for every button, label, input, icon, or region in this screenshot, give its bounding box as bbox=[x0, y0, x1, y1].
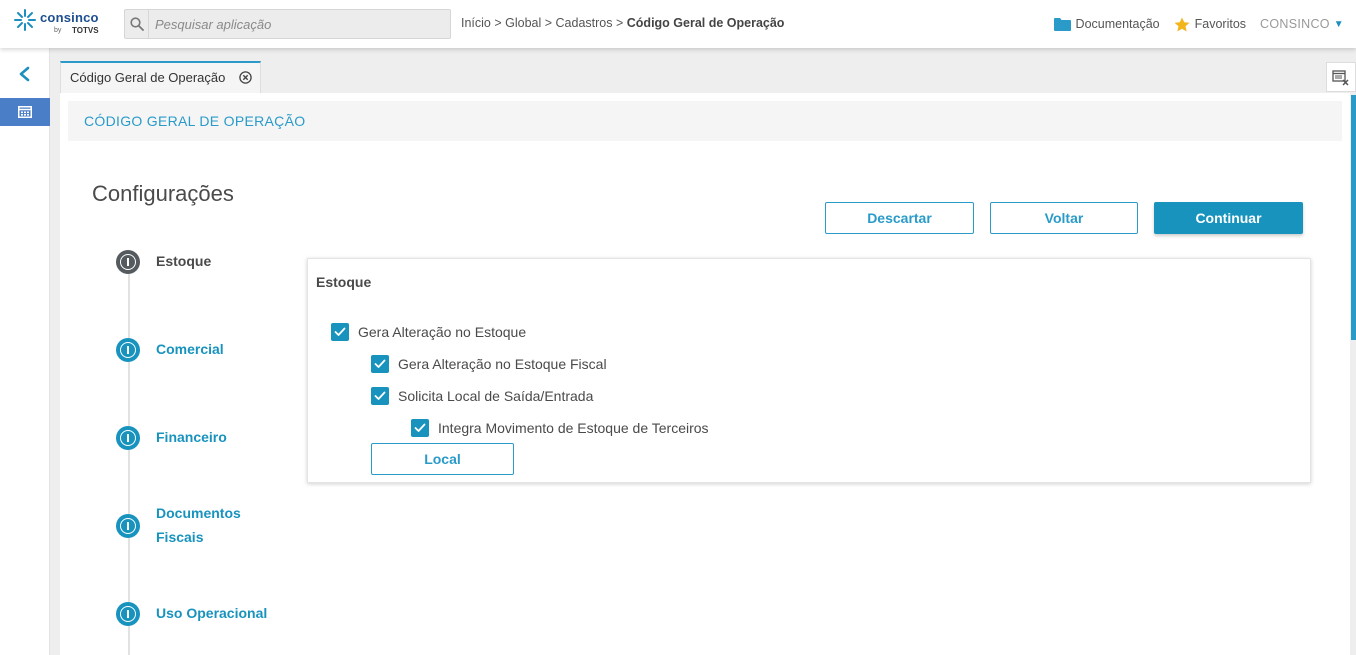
checkbox-solicita-local[interactable]: Solicita Local de Saída/Entrada bbox=[371, 387, 593, 405]
documentation-label: Documentação bbox=[1075, 17, 1160, 31]
consinco-logo-icon bbox=[14, 9, 36, 31]
sidebar-item-applications[interactable] bbox=[0, 98, 50, 126]
breadcrumb-separator: > bbox=[490, 16, 506, 30]
step-label: Uso Operacional bbox=[156, 605, 268, 621]
checkbox-checked-icon bbox=[411, 419, 429, 437]
search-icon bbox=[130, 17, 144, 31]
breadcrumb-item-global[interactable]: Global bbox=[505, 16, 541, 30]
discard-button[interactable]: Descartar bbox=[825, 202, 974, 234]
caret-down-icon: ▼ bbox=[1333, 18, 1344, 30]
breadcrumb-current: Código Geral de Operação bbox=[626, 16, 785, 30]
step-info-icon bbox=[116, 338, 140, 362]
checkbox-integra-movimento-terceiros[interactable]: Integra Movimento de Estoque de Terceiro… bbox=[411, 419, 709, 437]
step-label: Documentos Fiscais bbox=[156, 505, 241, 545]
step-label: Comercial bbox=[156, 341, 224, 357]
config-title: Configurações bbox=[92, 181, 234, 206]
brand-by: by bbox=[54, 27, 62, 34]
step-info-icon bbox=[116, 514, 140, 538]
app-search bbox=[124, 9, 451, 39]
brand-name: consinco bbox=[40, 10, 99, 25]
top-header: consinco by TOTVS Início > Global > Cada… bbox=[0, 0, 1356, 48]
breadcrumb-item-inicio[interactable]: Início bbox=[461, 16, 491, 30]
user-label: CONSINCO bbox=[1260, 17, 1330, 31]
folder-icon bbox=[1053, 18, 1071, 31]
favorites-link[interactable]: Favoritos bbox=[1174, 17, 1246, 32]
search-input[interactable] bbox=[155, 15, 435, 33]
calendar-grid-icon bbox=[18, 106, 32, 118]
step-label: Estoque bbox=[156, 253, 212, 269]
back-button[interactable]: Voltar bbox=[990, 202, 1138, 234]
documentation-link[interactable]: Documentação bbox=[1053, 17, 1160, 31]
close-tab-icon[interactable] bbox=[239, 71, 252, 84]
local-button[interactable]: Local bbox=[371, 443, 514, 475]
star-icon bbox=[1174, 17, 1190, 31]
breadcrumb: Início > Global > Cadastros > Código Ger… bbox=[461, 16, 784, 30]
page-title: CÓDIGO GERAL DE OPERAÇÃO bbox=[84, 113, 306, 129]
brand-parent: TOTVS bbox=[72, 26, 99, 35]
breadcrumb-separator: > bbox=[541, 16, 556, 30]
step-label: Financeiro bbox=[156, 429, 227, 445]
checkbox-label: Gera Alteração no Estoque Fiscal bbox=[398, 356, 607, 372]
checkbox-label: Gera Alteração no Estoque bbox=[358, 324, 527, 340]
search-icon-box[interactable] bbox=[125, 10, 149, 38]
tab-codigo-geral-operacao[interactable]: Código Geral de Operação bbox=[60, 61, 261, 93]
consinco-logo[interactable]: consinco by TOTVS bbox=[14, 9, 104, 39]
checkbox-gera-alteracao-estoque-fiscal[interactable]: Gera Alteração no Estoque Fiscal bbox=[371, 355, 607, 373]
page-header: CÓDIGO GERAL DE OPERAÇÃO bbox=[68, 101, 1342, 141]
checkbox-checked-icon bbox=[371, 355, 389, 373]
checkbox-gera-alteracao-estoque[interactable]: Gera Alteração no Estoque bbox=[331, 323, 526, 341]
scrollbar-thumb[interactable] bbox=[1351, 95, 1356, 340]
continue-button[interactable]: Continuar bbox=[1154, 202, 1303, 234]
close-windows-icon bbox=[1332, 70, 1349, 86]
breadcrumb-separator: > bbox=[612, 16, 627, 30]
card-title: Estoque bbox=[316, 274, 372, 290]
checkbox-label: Solicita Local de Saída/Entrada bbox=[398, 388, 594, 404]
checkbox-checked-icon bbox=[371, 387, 389, 405]
tab-label: Código Geral de Operação bbox=[70, 70, 226, 85]
collapse-sidebar-button[interactable] bbox=[17, 66, 31, 87]
checkbox-checked-icon bbox=[331, 323, 349, 341]
step-info-icon bbox=[116, 250, 140, 274]
favorites-label: Favoritos bbox=[1194, 17, 1247, 31]
stepper-line bbox=[128, 274, 130, 655]
step-info-icon bbox=[116, 426, 140, 450]
breadcrumb-item-cadastros[interactable]: Cadastros bbox=[556, 16, 613, 30]
left-sidebar bbox=[0, 48, 50, 655]
close-all-tabs-button[interactable] bbox=[1326, 62, 1356, 92]
step-info-icon bbox=[116, 602, 140, 626]
user-menu[interactable]: CONSINCO ▼ bbox=[1260, 17, 1344, 31]
header-actions: Documentação Favoritos CONSINCO ▼ bbox=[1040, 13, 1344, 35]
checkbox-label: Integra Movimento de Estoque de Terceiro… bbox=[438, 420, 709, 436]
chevron-left-icon bbox=[19, 66, 30, 82]
